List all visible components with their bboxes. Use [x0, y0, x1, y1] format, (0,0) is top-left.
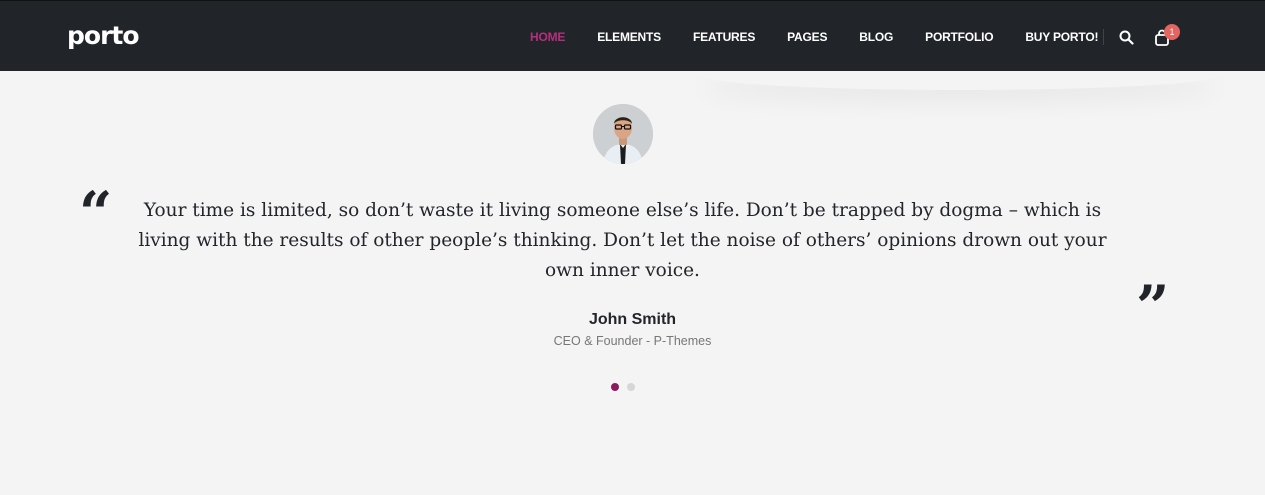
author-name: John Smith — [588, 311, 677, 328]
nav-item-elements[interactable]: ELEMENTS — [581, 30, 677, 44]
nav-item-portfolio[interactable]: PORTFOLIO — [909, 30, 1009, 44]
nav-item-home[interactable]: HOME — [514, 30, 581, 44]
main-nav: HOME ELEMENTS FEATURES PAGES BLOG PORTFO… — [514, 1, 1114, 72]
nav-item-buy-porto[interactable]: BUY PORTO! — [1009, 30, 1114, 44]
testimonial-quote: Your time is limited, so don’t waste it … — [138, 200, 1107, 281]
author-avatar — [593, 104, 653, 164]
nav-item-pages[interactable]: PAGES — [771, 30, 843, 44]
carousel-dot-1[interactable] — [611, 383, 619, 391]
open-quote-icon: “ — [79, 179, 113, 247]
site-header: porto HOME ELEMENTS FEATURES PAGES BLOG … — [0, 0, 1265, 71]
carousel-dot-2[interactable] — [627, 383, 635, 391]
cart-count-badge: 1 — [1164, 24, 1180, 40]
search-icon[interactable] — [1119, 30, 1134, 45]
carousel-dots — [611, 383, 635, 391]
porto-logo[interactable]: porto — [67, 19, 140, 53]
nav-divider — [1103, 29, 1104, 45]
author-role: CEO & Founder - P-Themes — [553, 334, 712, 348]
nav-item-features[interactable]: FEATURES — [677, 30, 771, 44]
nav-item-blog[interactable]: BLOG — [843, 30, 909, 44]
